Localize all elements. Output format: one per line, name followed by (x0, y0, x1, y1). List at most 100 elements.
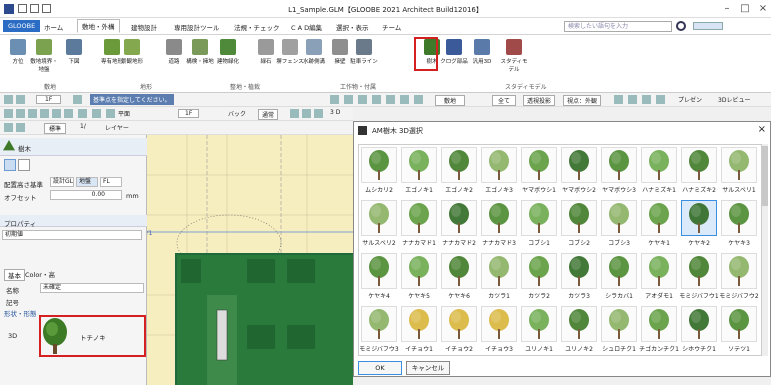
present-button[interactable]: プレゼン (678, 95, 702, 104)
tb2-tool-icon[interactable] (64, 109, 73, 118)
tree-option[interactable]: ナナカマド2 (439, 198, 479, 250)
tree-option[interactable]: ナナカマド3 (479, 198, 519, 250)
preset-select[interactable]: 初期値 (2, 230, 142, 240)
tree-option[interactable]: ケヤキ6 (439, 251, 479, 303)
subtab-color[interactable]: Color・高 (22, 269, 58, 279)
tb2-tool-icon[interactable] (16, 109, 25, 118)
tb1-tool-icon[interactable] (642, 95, 651, 104)
height-opt-fl[interactable]: FL (100, 177, 122, 187)
tree-option[interactable]: ヤマボウシ2 (559, 145, 599, 197)
tree-option[interactable]: モミジバフウ3 (359, 304, 399, 356)
ribbon-button-16[interactable]: スタディモデル (500, 39, 528, 73)
tab-team[interactable]: チーム (378, 21, 405, 33)
tb1-tool-icon[interactable] (372, 95, 381, 104)
tree-option[interactable]: シュロチク1 (599, 304, 639, 356)
tree-option[interactable]: カツラ1 (479, 251, 519, 303)
tree-option[interactable]: ナナカマド1 (399, 198, 439, 250)
ribbon-button-1[interactable]: 敷地境界・地盤 (30, 39, 58, 73)
tb1-tool-icon[interactable] (628, 95, 637, 104)
tree-option[interactable]: エゴノキ2 (439, 145, 479, 197)
ribbon-button-6[interactable]: 構検・擁地 (186, 39, 214, 65)
tb2-tool-icon[interactable] (78, 109, 87, 118)
tb1-tool-icon[interactable] (330, 95, 339, 104)
tb1-tool-icon[interactable] (614, 95, 623, 104)
tree-option[interactable]: エゴノキ3 (479, 145, 519, 197)
tree-option[interactable]: ケヤキ2 (679, 198, 719, 250)
review-button[interactable]: 3Dレビュー (718, 95, 750, 104)
tree-option[interactable]: ムシカリ2 (359, 145, 399, 197)
grid-scrollbar[interactable] (762, 144, 768, 356)
search-icon[interactable] (676, 21, 686, 31)
tb2-tool-icon[interactable] (52, 109, 61, 118)
scrollbar-thumb[interactable] (762, 146, 768, 206)
ribbon-button-14[interactable]: クログ部品 (440, 39, 468, 65)
tree-option[interactable]: ヤマボウシ3 (599, 145, 639, 197)
tree-option[interactable]: イチョウ1 (399, 304, 439, 356)
mode-select[interactable]: 通常 (258, 109, 279, 120)
tree-option[interactable]: ユリノキ2 (559, 304, 599, 356)
ribbon-button-12[interactable]: 駐車ライン (350, 39, 378, 65)
tree-option[interactable]: シホウチク1 (679, 304, 719, 356)
tb2-tool-icon[interactable] (40, 109, 49, 118)
search-input[interactable]: 検索したい語句を入力 (564, 21, 672, 32)
ribbon-button-10[interactable]: 水跡側溝 (300, 39, 328, 65)
tree-option[interactable]: ケヤキ1 (639, 198, 679, 250)
tree-option[interactable]: コブシ3 (599, 198, 639, 250)
tree-option[interactable]: イチョウ2 (439, 304, 479, 356)
tb3-tool-icon[interactable] (4, 123, 13, 132)
tree-option[interactable]: サルスベリ1 (719, 145, 759, 197)
tb2-tool-icon[interactable] (92, 109, 101, 118)
tree-option[interactable]: ハナミズキ2 (679, 145, 719, 197)
tab-building[interactable]: 建物設計 (127, 21, 161, 33)
tb1-tool-icon[interactable] (358, 95, 367, 104)
tree-option[interactable]: シラカバ1 (599, 251, 639, 303)
tb1-tool-icon[interactable] (386, 95, 395, 104)
tab-tools[interactable]: 専用設計ツール (170, 21, 224, 33)
back-button[interactable]: バック (228, 109, 246, 118)
tab-gloobe[interactable]: GLOOBE (3, 20, 41, 32)
tree-option[interactable]: ヤマボウシ1 (519, 145, 559, 197)
floor-select-2[interactable]: 1F (178, 109, 200, 118)
tb1-tool-icon[interactable] (414, 95, 423, 104)
tab-regulation[interactable]: 法規・チェック (230, 21, 284, 33)
point-mode-icon[interactable] (4, 159, 16, 171)
dialog-close-icon[interactable]: × (758, 124, 766, 135)
tab-cad[interactable]: C A D編集 (287, 21, 326, 33)
tb1-tool-icon[interactable] (4, 95, 13, 104)
ribbon-button-0[interactable]: 方位 (4, 39, 32, 65)
tree-option[interactable]: カツラ3 (559, 251, 599, 303)
tree-option[interactable]: ケヤキ4 (359, 251, 399, 303)
layer-button[interactable]: レイヤー (105, 123, 129, 132)
tb1-tool-icon[interactable] (344, 95, 353, 104)
tb1-tool-icon[interactable] (16, 95, 25, 104)
tb2-tool-icon[interactable] (28, 109, 37, 118)
3d-button[interactable]: 3 D (330, 109, 340, 116)
polyline-mode-icon[interactable] (18, 159, 30, 171)
tb1-tool-icon[interactable] (656, 95, 665, 104)
tb2-tool-icon[interactable] (314, 109, 323, 118)
tree-option[interactable]: モミジバフウ1 (679, 251, 719, 303)
tree-option[interactable]: ソテツ1 (719, 304, 759, 356)
tb3-tool-icon[interactable] (16, 123, 25, 132)
account-badge[interactable] (693, 22, 723, 30)
all-button[interactable]: 全て (492, 95, 517, 106)
drawing-canvas[interactable]: Y1 (147, 135, 353, 385)
tree-option[interactable]: ハナミズキ1 (639, 145, 679, 197)
tb1-tool-icon[interactable] (400, 95, 409, 104)
ok-button[interactable]: OK (358, 361, 402, 375)
minimize-button[interactable]: – (718, 3, 736, 14)
ribbon-button-7[interactable]: 建物緑化 (214, 39, 242, 65)
tb2-tool-icon[interactable] (4, 109, 13, 118)
tree-option[interactable]: イチョウ3 (479, 304, 519, 356)
tb2-tool-icon[interactable] (290, 109, 299, 118)
floor-select[interactable]: 1F (36, 95, 62, 104)
plan-label[interactable]: 平面 (118, 109, 130, 118)
tb2-tool-icon[interactable] (106, 109, 115, 118)
tab-site[interactable]: 敷地・外構 (77, 19, 120, 33)
cancel-button[interactable]: キャンセル (406, 361, 450, 375)
offset-input[interactable]: 0.00 (50, 190, 122, 200)
tree-option[interactable]: アオダモ1 (639, 251, 679, 303)
tree-option[interactable]: エゴノキ1 (399, 145, 439, 197)
tab-select[interactable]: 選択・表示 (332, 21, 373, 33)
projection-select[interactable]: 透視投影 (523, 95, 556, 106)
